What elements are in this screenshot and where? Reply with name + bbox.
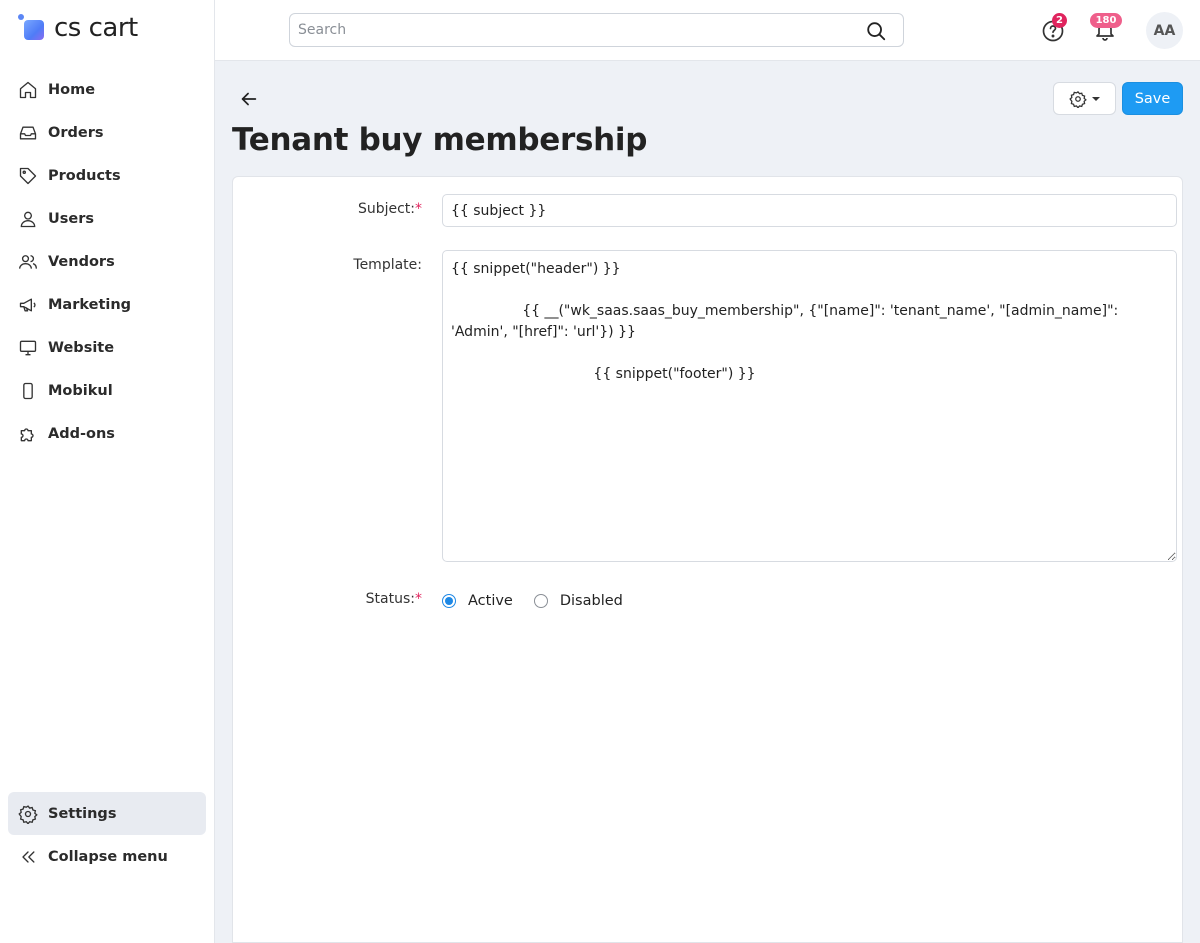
- save-button[interactable]: Save: [1122, 82, 1183, 115]
- smartphone-icon: [23, 382, 33, 399]
- sidebar-item-vendors[interactable]: Vendors: [8, 240, 206, 283]
- settings-dropdown-button[interactable]: [1053, 82, 1116, 115]
- puzzle-icon: [20, 427, 34, 441]
- sidebar-item-add-ons[interactable]: Add-ons: [8, 412, 206, 455]
- users-icon: [19, 254, 37, 269]
- notifications-badge: 180: [1090, 13, 1122, 28]
- sidebar-item-label: Users: [48, 210, 95, 227]
- status-radio-group: Active Disabled: [442, 591, 623, 611]
- logo-mark: [18, 14, 46, 42]
- sidebar-item-label: Settings: [48, 805, 117, 822]
- sidebar-item-orders[interactable]: Orders: [8, 111, 206, 154]
- inbox-icon: [19, 126, 37, 139]
- search-box: [289, 13, 904, 47]
- sidebar-item-label: Add-ons: [48, 425, 115, 442]
- sidebar-item-label: Home: [48, 81, 96, 98]
- caret-down-icon: [1091, 96, 1100, 101]
- sidebar-item-products[interactable]: Products: [8, 154, 206, 197]
- monitor-icon: [19, 340, 37, 355]
- template-textarea[interactable]: {{ snippet("header") }} {{ __("wk_saas.s…: [442, 250, 1177, 562]
- main-nav: Home Orders Products Users Vendors Marke…: [8, 68, 206, 455]
- sidebar-item-label: Orders: [48, 124, 104, 141]
- back-arrow-icon[interactable]: [238, 88, 260, 110]
- edit-form-panel: Subject:* Template: {{ snippet("header")…: [232, 176, 1183, 943]
- home-icon: [19, 81, 37, 98]
- gear-icon: [18, 804, 38, 824]
- status-active-label[interactable]: Active: [468, 593, 513, 609]
- top-bar: 2 180 AA: [215, 0, 1200, 61]
- sidebar-item-label: Marketing: [48, 296, 132, 313]
- logo[interactable]: cs cart: [18, 12, 138, 44]
- sidebar-item-home[interactable]: Home: [8, 68, 206, 111]
- avatar[interactable]: AA: [1146, 12, 1183, 49]
- status-active-radio[interactable]: [442, 594, 456, 608]
- status-disabled-radio[interactable]: [533, 594, 548, 608]
- sidebar-item-marketing[interactable]: Marketing: [8, 283, 206, 326]
- bottom-nav: Settings Collapse menu: [8, 792, 206, 878]
- sidebar-item-label: Vendors: [48, 253, 115, 270]
- template-label: Template:: [353, 257, 422, 273]
- sidebar-item-label: Mobikul: [48, 382, 113, 399]
- sidebar-item-label: Products: [48, 167, 121, 184]
- sidebar-item-settings[interactable]: Settings: [8, 792, 206, 835]
- chevrons-left-icon: [22, 850, 35, 863]
- search-icon[interactable]: [865, 20, 887, 42]
- subject-input[interactable]: [442, 194, 1177, 227]
- sidebar-item-label: Collapse menu: [48, 848, 168, 865]
- gear-icon: [1068, 90, 1087, 108]
- user-icon: [20, 211, 36, 227]
- sidebar-item-label: Website: [48, 339, 115, 356]
- status-disabled-label[interactable]: Disabled: [560, 593, 623, 609]
- megaphone-icon: [19, 298, 36, 311]
- logo-text: cs cart: [54, 13, 138, 43]
- sidebar-item-mobikul[interactable]: Mobikul: [8, 369, 206, 412]
- help-badge: 2: [1052, 13, 1067, 28]
- page-title: Tenant buy membership: [232, 122, 648, 158]
- status-label: Status:*: [365, 591, 422, 607]
- sidebar-item-website[interactable]: Website: [8, 326, 206, 369]
- sidebar-item-collapse-menu[interactable]: Collapse menu: [8, 835, 206, 878]
- sidebar-item-users[interactable]: Users: [8, 197, 206, 240]
- subject-label: Subject:*: [357, 201, 422, 217]
- search-input[interactable]: [290, 14, 850, 46]
- tag-icon: [19, 167, 37, 184]
- sidebar: cs cart Home Orders Products Users Vendo…: [0, 0, 215, 943]
